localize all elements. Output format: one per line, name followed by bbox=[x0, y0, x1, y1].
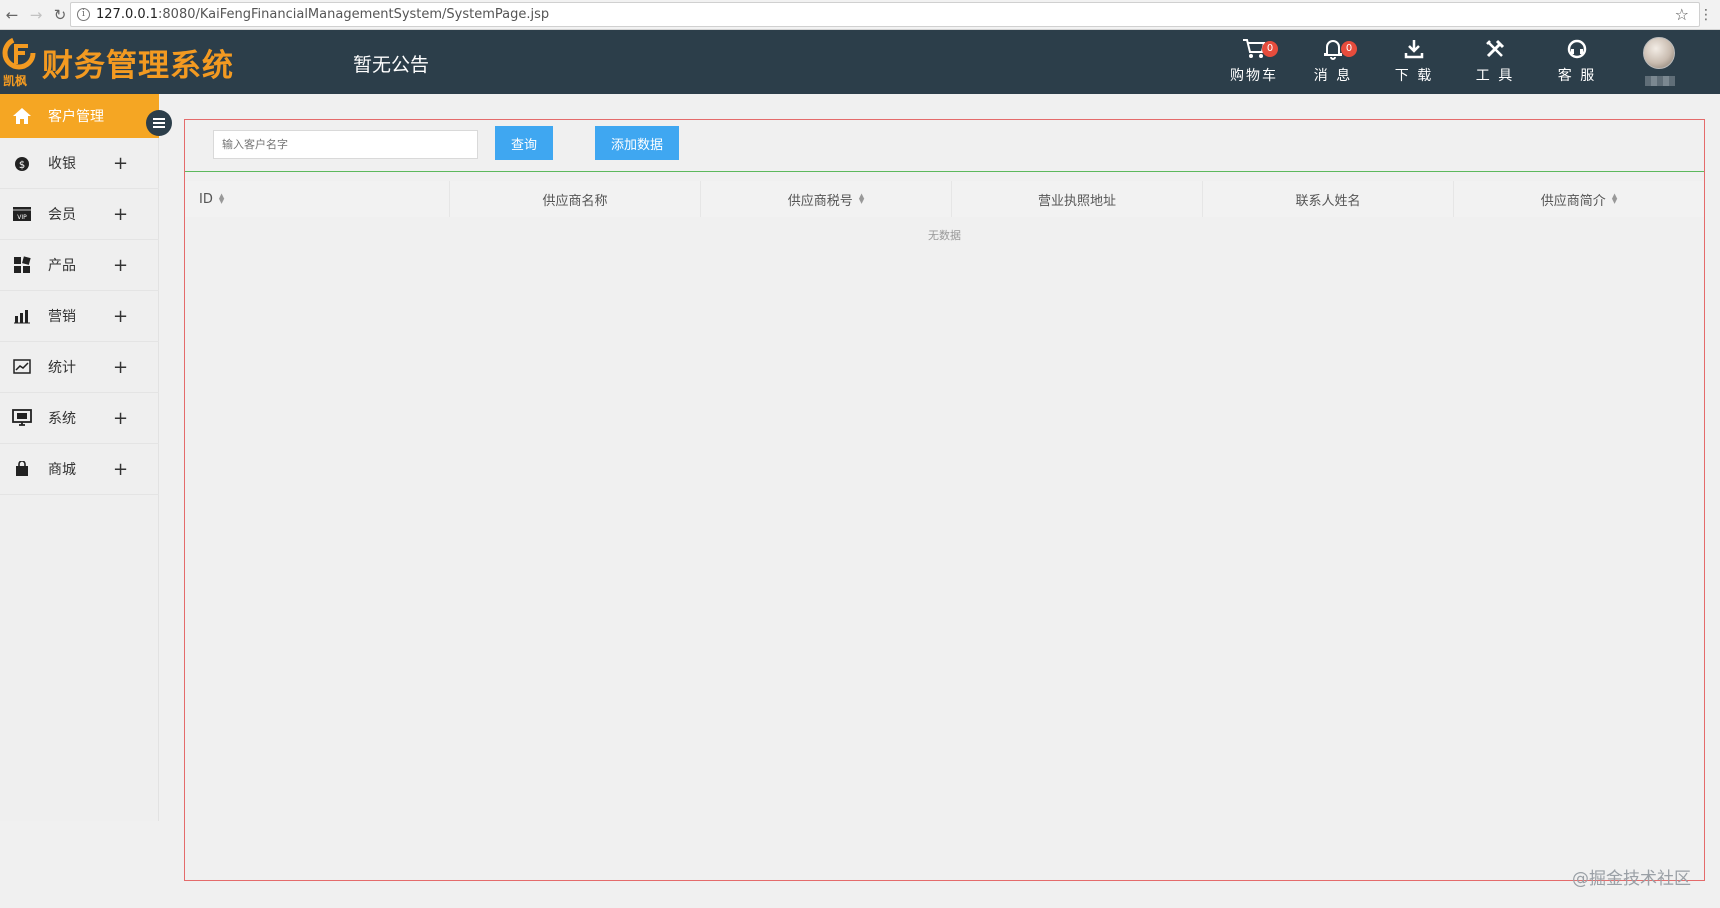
expand-icon[interactable]: + bbox=[113, 408, 128, 429]
forward-icon[interactable]: → bbox=[24, 3, 48, 27]
add-data-button[interactable]: 添加数据 bbox=[595, 126, 679, 160]
sidebar-item-label: 产品 bbox=[48, 258, 76, 274]
sort-icon[interactable]: ▲ ▼ bbox=[859, 193, 864, 205]
cart-label: 购物车 bbox=[1230, 68, 1278, 84]
sort-icon[interactable]: ▲ ▼ bbox=[1612, 193, 1617, 205]
cart-button[interactable]: 0 购物车 bbox=[1224, 38, 1284, 90]
customer-name-search-input[interactable] bbox=[213, 130, 478, 159]
download-icon bbox=[1404, 40, 1424, 59]
monitor-icon bbox=[12, 409, 32, 426]
sidebar-item-label: 会员 bbox=[48, 207, 76, 223]
sidebar-item-customer-management[interactable]: 客户管理 bbox=[0, 94, 159, 138]
url-path: :8080/KaiFengFinancialManagementSystem/S… bbox=[158, 7, 550, 22]
content-panel: 查询 添加数据 ID ▲▼ 供应商名称 供应商税号 ▲▼ 营业执照地址 联系人姓… bbox=[184, 119, 1705, 881]
app-header: 凯枫 财务管理系统 暂无公告 0 购物车 0 消 息 下 载 工 具 客 服 bbox=[0, 30, 1720, 94]
bookmark-star-icon[interactable]: ☆ bbox=[1675, 5, 1689, 24]
column-header-label: 营业执照地址 bbox=[1037, 193, 1116, 209]
sidebar-toggle-button[interactable] bbox=[146, 110, 172, 136]
column-header-supplier-name[interactable]: 供应商名称 bbox=[450, 181, 701, 217]
expand-icon[interactable]: + bbox=[113, 204, 128, 225]
tools-icon bbox=[1486, 39, 1505, 58]
empty-table-message: 无数据 bbox=[928, 229, 961, 242]
cart-badge: 0 bbox=[1262, 41, 1278, 57]
column-header-label: 供应商名称 bbox=[542, 193, 608, 209]
logo-subtitle: 凯枫 bbox=[3, 74, 28, 88]
sort-icon[interactable]: ▲ ▼ bbox=[219, 193, 224, 205]
sidebar-item-statistics[interactable]: 统计 + bbox=[0, 342, 159, 393]
expand-icon[interactable]: + bbox=[113, 357, 128, 378]
table-header: ID ▲ ▼ 供应商名称 供应商税号 ▲ ▼ 营业执照地址 联系人姓名 供应商简介 … bbox=[185, 181, 1704, 217]
grid-icon bbox=[14, 256, 31, 273]
messages-button[interactable]: 0 消 息 bbox=[1303, 38, 1363, 90]
column-header-supplier-tax-id[interactable]: 供应商税号 ▲ ▼ bbox=[701, 181, 952, 217]
browser-menu-icon[interactable]: ⋮ bbox=[1699, 7, 1713, 23]
info-icon[interactable]: i bbox=[77, 8, 90, 21]
back-icon[interactable]: ← bbox=[0, 3, 24, 27]
column-header-contact-name[interactable]: 联系人姓名 bbox=[1203, 181, 1454, 217]
download-label: 下 载 bbox=[1394, 68, 1434, 84]
username-blurred bbox=[1645, 76, 1675, 86]
shopping-bag-icon bbox=[16, 461, 28, 476]
svg-text:$: $ bbox=[19, 160, 25, 171]
column-header-license-address[interactable]: 营业执照地址 bbox=[952, 181, 1203, 217]
expand-icon[interactable]: + bbox=[113, 153, 128, 174]
sidebar-item-label: 营销 bbox=[48, 309, 76, 325]
announcement-text: 暂无公告 bbox=[353, 54, 430, 76]
browser-toolbar: ← → ↻ i 127.0.0.1:8080/KaiFengFinancialM… bbox=[0, 0, 1720, 30]
sidebar: 客户管理 $ 收银 + VIP 会员 + 产品 + 营销 + 统计 + 系统 +… bbox=[0, 94, 159, 821]
sidebar-item-marketing[interactable]: 营销 + bbox=[0, 291, 159, 342]
column-header-label: 联系人姓名 bbox=[1295, 193, 1361, 209]
tools-button[interactable]: 工 具 bbox=[1465, 38, 1525, 90]
headset-icon bbox=[1567, 39, 1587, 59]
address-bar[interactable]: i 127.0.0.1:8080/KaiFengFinancialManagem… bbox=[70, 2, 1713, 27]
tools-label: 工 具 bbox=[1475, 68, 1515, 84]
svg-text:VIP: VIP bbox=[17, 214, 27, 221]
sidebar-item-system[interactable]: 系统 + bbox=[0, 393, 159, 444]
messages-badge: 0 bbox=[1341, 41, 1357, 57]
sidebar-item-label: 统计 bbox=[48, 360, 76, 376]
bar-chart-icon bbox=[14, 310, 30, 324]
moneybag-icon: $ bbox=[15, 157, 29, 171]
customer-service-button[interactable]: 客 服 bbox=[1547, 38, 1607, 90]
sidebar-item-label: 客户管理 bbox=[48, 109, 104, 125]
sidebar-item-mall[interactable]: 商城 + bbox=[0, 444, 159, 495]
sidebar-item-label: 系统 bbox=[48, 411, 76, 427]
search-toolbar: 查询 添加数据 bbox=[185, 120, 1704, 172]
column-header-supplier-intro[interactable]: 供应商简介 ▲ ▼ bbox=[1454, 181, 1704, 217]
reload-icon[interactable]: ↻ bbox=[48, 3, 72, 27]
logo-icon bbox=[2, 36, 36, 70]
query-button[interactable]: 查询 bbox=[495, 126, 553, 160]
column-header-label: 供应商税号 bbox=[787, 193, 853, 209]
app-title: 财务管理系统 bbox=[42, 48, 234, 84]
customer-service-label: 客 服 bbox=[1557, 68, 1597, 84]
sidebar-item-product[interactable]: 产品 + bbox=[0, 240, 159, 291]
column-header-label: 供应商简介 bbox=[1540, 193, 1606, 209]
sidebar-item-cashier[interactable]: $ 收银 + bbox=[0, 138, 159, 189]
vip-card-icon: VIP bbox=[13, 207, 31, 221]
line-chart-icon bbox=[13, 359, 31, 374]
column-header-id[interactable]: ID ▲ ▼ bbox=[185, 181, 450, 217]
avatar[interactable] bbox=[1643, 37, 1675, 69]
sidebar-item-member[interactable]: VIP 会员 + bbox=[0, 189, 159, 240]
expand-icon[interactable]: + bbox=[113, 255, 128, 276]
url-host: 127.0.0.1 bbox=[96, 7, 159, 22]
watermark: @掘金技术社区 bbox=[1572, 869, 1691, 889]
sidebar-item-label: 商城 bbox=[48, 462, 76, 478]
column-header-label: ID bbox=[199, 191, 213, 207]
hamburger-icon bbox=[153, 118, 165, 128]
home-icon bbox=[13, 108, 31, 124]
expand-icon[interactable]: + bbox=[113, 459, 128, 480]
expand-icon[interactable]: + bbox=[113, 306, 128, 327]
messages-label: 消 息 bbox=[1313, 68, 1353, 84]
sidebar-item-label: 收银 bbox=[48, 156, 76, 172]
download-button[interactable]: 下 载 bbox=[1384, 38, 1444, 90]
